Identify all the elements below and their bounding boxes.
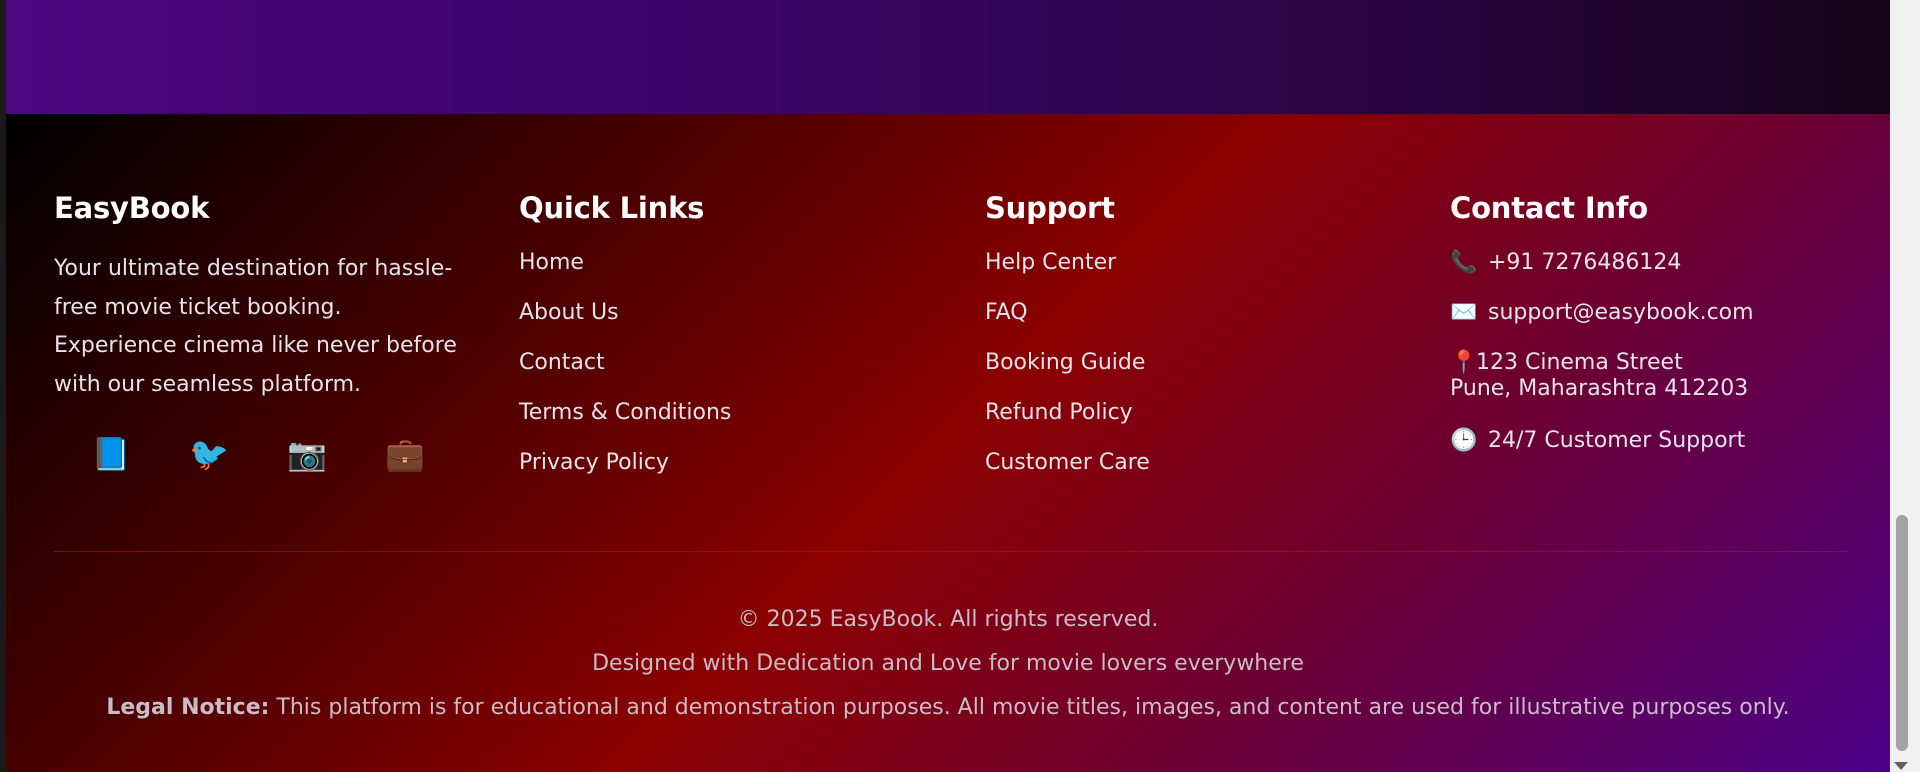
legal-notice-text: This platform is for educational and dem… (269, 695, 1790, 720)
footer-bottom: © 2025 EasyBook. All rights reserved. De… (6, 598, 1890, 730)
social-links: 📘 🐦 📷 💼 (90, 434, 494, 474)
legal-notice-label: Legal Notice: (106, 695, 270, 720)
contact-address-line2: Pune, Maharashtra 412203 (1450, 376, 1749, 401)
support-link-faq[interactable]: FAQ (985, 300, 1425, 326)
contact-title: Contact Info (1450, 191, 1649, 225)
contact-phone-text: +91 7276486124 (1488, 250, 1682, 275)
contact-address: 📍 123 Cinema Street Pune, Maharashtra 41… (1450, 350, 1890, 408)
contact-hours-text: 24/7 Customer Support (1488, 428, 1746, 453)
footer-divider (54, 551, 1848, 552)
contact-email-text: support@easybook.com (1488, 300, 1754, 325)
footer-support-column: Support Help Center FAQ Booking Guide Re… (985, 190, 1425, 500)
quick-links-title: Quick Links (519, 191, 705, 225)
support-link-refund-policy[interactable]: Refund Policy (985, 400, 1425, 426)
contact-phone: 📞 +91 7276486124 (1450, 250, 1890, 276)
quick-link-home[interactable]: Home (519, 250, 959, 276)
support-links-list: Help Center FAQ Booking Guide Refund Pol… (985, 250, 1425, 476)
scroll-down-arrow-icon[interactable] (1894, 762, 1908, 770)
footer-contact-column: Contact Info 📞 +91 7276486124 ✉️ support… (1450, 190, 1890, 478)
footer-brand-column: EasyBook Your ultimate destination for h… (54, 190, 494, 474)
brand-description: Your ultimate destination for hassle-fre… (54, 256, 457, 397)
support-link-customer-care[interactable]: Customer Care (985, 450, 1425, 476)
camera-icon[interactable]: 📷 (286, 434, 328, 474)
legal-notice: Legal Notice: This platform is for educa… (6, 686, 1890, 730)
quick-link-contact[interactable]: Contact (519, 350, 959, 376)
envelope-icon: ✉️ (1450, 300, 1478, 325)
previous-section-background (6, 0, 1890, 114)
vertical-scrollbar[interactable] (1890, 0, 1920, 772)
site-footer: EasyBook Your ultimate destination for h… (6, 114, 1890, 772)
quick-link-about-us[interactable]: About Us (519, 300, 959, 326)
scrollbar-thumb[interactable] (1896, 515, 1908, 751)
page-viewport: EasyBook Your ultimate destination for h… (6, 0, 1890, 772)
support-title: Support (985, 191, 1115, 225)
support-link-booking-guide[interactable]: Booking Guide (985, 350, 1425, 376)
phone-icon: 📞 (1450, 250, 1478, 275)
quick-link-privacy[interactable]: Privacy Policy (519, 450, 959, 476)
contact-hours: 🕒 24/7 Customer Support (1450, 428, 1890, 454)
footer-quick-links-column: Quick Links Home About Us Contact Terms … (519, 190, 959, 500)
book-icon[interactable]: 📘 (90, 434, 132, 474)
contact-email: ✉️ support@easybook.com (1450, 300, 1890, 326)
quick-links-list: Home About Us Contact Terms & Conditions… (519, 250, 959, 476)
clock-icon: 🕒 (1450, 428, 1478, 453)
support-link-help-center[interactable]: Help Center (985, 250, 1425, 276)
designed-text: Designed with Dedication and Love for mo… (592, 651, 1304, 676)
briefcase-icon[interactable]: 💼 (384, 434, 426, 474)
copyright-text: © 2025 EasyBook. All rights reserved. (737, 607, 1159, 632)
bird-icon[interactable]: 🐦 (188, 434, 230, 474)
brand-title: EasyBook (54, 191, 210, 225)
quick-link-terms[interactable]: Terms & Conditions (519, 400, 959, 426)
